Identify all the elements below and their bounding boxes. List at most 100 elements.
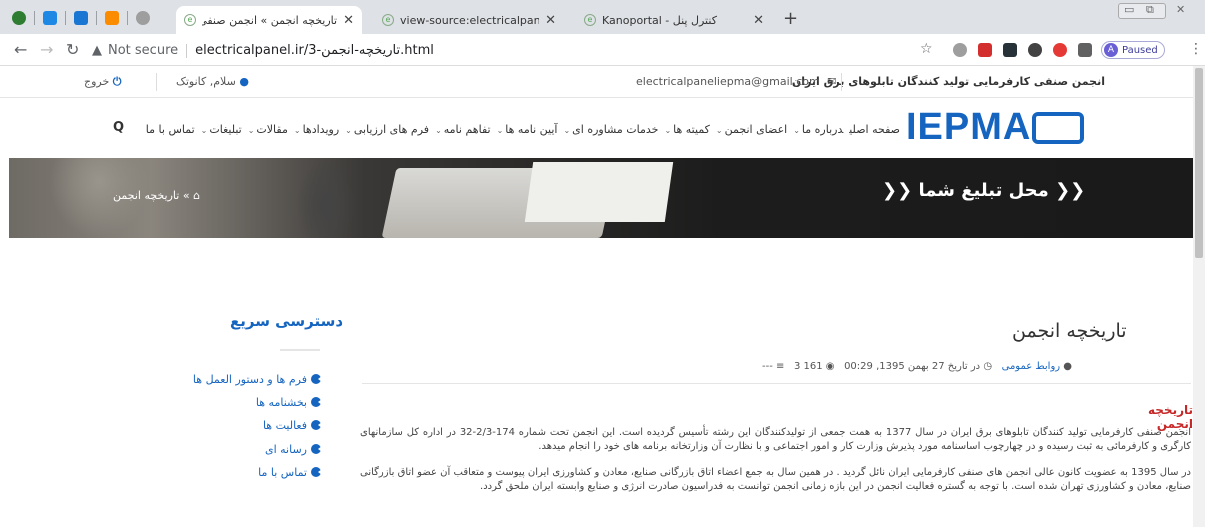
ad-banner[interactable]: ❮❮ محل تبلیغ شما ❮❮ (882, 180, 1085, 201)
puzzle-icon[interactable] (1078, 43, 1092, 57)
menu-item[interactable]: آیین نامه ها⌄ (497, 123, 558, 136)
back-arrow-icon[interactable]: ← (14, 40, 27, 59)
site-logo[interactable]: IEPMA (906, 106, 1088, 148)
chevron-down-icon: ⌄ (247, 126, 255, 135)
list-icon[interactable]: ≡ --- (762, 361, 784, 372)
meta-divider (362, 383, 1191, 384)
menu-item[interactable]: خدمات مشاوره ای⌄ (563, 123, 658, 136)
tab-kanoportal[interactable]: e Kanoportal - کنترل پنل ✕ (576, 6, 772, 34)
chevrons-left-icon: ❮❮ (882, 180, 913, 201)
chevron-down-icon: ⌄ (715, 126, 723, 135)
url-text[interactable]: electricalpanel.ir/3-تاریخچه-انجمن.html (195, 43, 434, 58)
pinned-tabs (4, 9, 158, 27)
logout-text: خروج (84, 75, 110, 88)
browser-window: e تاریخچه انجمن » انجمن صنفی کارفرمایی ت… (0, 0, 1205, 527)
restore-icon[interactable]: ⧉ (1146, 3, 1154, 17)
menu-item[interactable]: رویدادها⌄ (294, 123, 339, 136)
warning-icon[interactable]: ▲ (92, 43, 102, 58)
sidebar-item-label: رسانه ای (264, 443, 307, 456)
extension-icon[interactable] (1003, 43, 1017, 57)
not-secure-label[interactable]: Not secure (108, 43, 178, 58)
profile-status: Paused (1122, 44, 1158, 56)
envelope-icon: ✉ (827, 75, 837, 88)
user-icon: ● (239, 75, 249, 88)
block-extension-icon[interactable] (1053, 43, 1067, 57)
close-tab-icon[interactable]: ✕ (343, 13, 354, 28)
pinned-tab-icon[interactable] (74, 11, 88, 25)
pinned-tab-icon[interactable] (136, 11, 150, 25)
article-paragraph: انجمن صنفی کارفرمایی تولید کنندگان تابلو… (360, 427, 1191, 452)
forward-arrow-icon[interactable]: → (40, 40, 53, 59)
sidebar-item-media[interactable]: رسانه ای (264, 443, 322, 456)
address-bar[interactable]: ▲ Not secure electricalpanel.ir/3-تاریخچ… (92, 39, 1187, 62)
sidebar-divider (280, 349, 320, 351)
menu-item[interactable]: فرم های ارزیابی⌄ (345, 123, 429, 136)
pdf-extension-icon[interactable] (978, 43, 992, 57)
menu-item[interactable]: تفاهم نامه⌄ (435, 123, 491, 136)
article-paragraph: در سال 1395 به عضویت کانون عالی انجمن ها… (360, 467, 1191, 492)
menu-item[interactable]: صفحه اصلی (849, 123, 900, 136)
logout-link[interactable]: ⏻ خروج (84, 75, 122, 89)
check-icon[interactable] (43, 11, 57, 25)
menu-item-label: مقالات (256, 123, 288, 136)
tab-view-source[interactable]: e view-source:electricalpanel.ir ✕ (374, 6, 564, 34)
chevron-down-icon: ⌄ (200, 126, 208, 135)
menu-item-label: خدمات مشاوره ای (572, 123, 659, 136)
menu-item[interactable]: اعضای انجمن⌄ (716, 123, 787, 136)
sidebar-item-circulars[interactable]: بخشنامه ها (255, 396, 322, 409)
profile-button[interactable]: A Paused (1101, 41, 1165, 59)
home-icon[interactable]: ⌂ (193, 189, 200, 202)
page-banner: ⌂ » تاریخچه انجمن ❮❮ محل تبلیغ شما ❮❮ (9, 158, 1193, 238)
site-favicon: e (184, 14, 196, 26)
extension-icon[interactable] (1028, 43, 1042, 57)
arrow-circle-icon (311, 420, 322, 430)
tab-bar: e تاریخچه انجمن » انجمن صنفی کارفرمایی ت… (0, 0, 1205, 34)
camera-extension-icon[interactable] (953, 43, 967, 57)
chevron-down-icon: ⌄ (496, 126, 504, 135)
menu-item-label: درباره ما (801, 123, 844, 136)
article-date: در تاریخ 27 بهمن 1395, 00:29 (844, 361, 981, 372)
scrollbar-thumb[interactable] (1195, 68, 1203, 258)
search-icon[interactable]: Q (113, 120, 124, 135)
close-window-icon[interactable]: ✕ (1176, 3, 1185, 16)
author-link[interactable]: روابط عمومی (1002, 361, 1061, 372)
page-scrollbar[interactable] (1193, 66, 1205, 527)
logo-mark-icon (1032, 112, 1084, 144)
avatar: A (1104, 43, 1118, 57)
arrow-circle-icon (311, 397, 322, 407)
sidebar-title: دسترسی سریع (230, 312, 344, 330)
sidebar-item-label: بخشنامه ها (255, 396, 307, 409)
address-toolbar: ← → ↻ ▲ Not secure electricalpanel.ir/3-… (0, 34, 1205, 66)
sidebar-item-forms[interactable]: فرم ها و دستور العمل ها (193, 373, 322, 386)
menu-item-label: فرم های ارزیابی (353, 123, 430, 136)
menu-item[interactable]: مقالات⌄ (248, 123, 288, 136)
reload-icon[interactable]: ↻ (66, 40, 79, 59)
view-count: 161 3 (793, 361, 823, 372)
association-name: انجمن صنفی کارفرمایی تولید کنندگان تابلو… (791, 75, 1105, 88)
close-tab-icon[interactable]: ✕ (545, 13, 556, 28)
tab-active[interactable]: e تاریخچه انجمن » انجمن صنفی کارفرمایی ت… (176, 6, 362, 34)
pinned-separator (65, 11, 66, 25)
divider (156, 73, 157, 91)
email-text[interactable]: electricalpaneliepma@gmail.com (636, 75, 820, 88)
banner-screen-image (524, 162, 674, 222)
sidebar-item-contact[interactable]: تماس با ما (258, 466, 322, 479)
new-tab-button[interactable]: + (783, 8, 798, 29)
menu-item-label: تبلیغات (209, 123, 242, 136)
email-link[interactable]: electricalpaneliepma@gmail.com ✉ (636, 75, 836, 88)
more-menu-icon[interactable]: ⋮ (1189, 41, 1203, 57)
user-greeting[interactable]: ● سلام, کانوتک (176, 75, 249, 88)
menu-item[interactable]: تماس با ما (146, 123, 195, 136)
pinned-tab-icon[interactable] (12, 11, 26, 25)
pinned-tab-icon[interactable] (105, 11, 119, 25)
close-tab-icon[interactable]: ✕ (753, 13, 764, 28)
greeting-text: سلام, کانوتک (176, 75, 236, 88)
menu-item[interactable]: درباره ما⌄ (793, 123, 843, 136)
minimize-icon[interactable]: ▭ (1124, 3, 1134, 16)
eye-icon: ◉ (825, 361, 835, 372)
star-icon[interactable]: ☆ (920, 41, 933, 57)
menu-item[interactable]: کمیته ها⌄ (664, 123, 709, 136)
sidebar-item-activities[interactable]: فعالیت ها (263, 419, 322, 432)
chevrons-left-icon: ❮❮ (1055, 180, 1086, 201)
menu-item[interactable]: تبلیغات⌄ (201, 123, 242, 136)
